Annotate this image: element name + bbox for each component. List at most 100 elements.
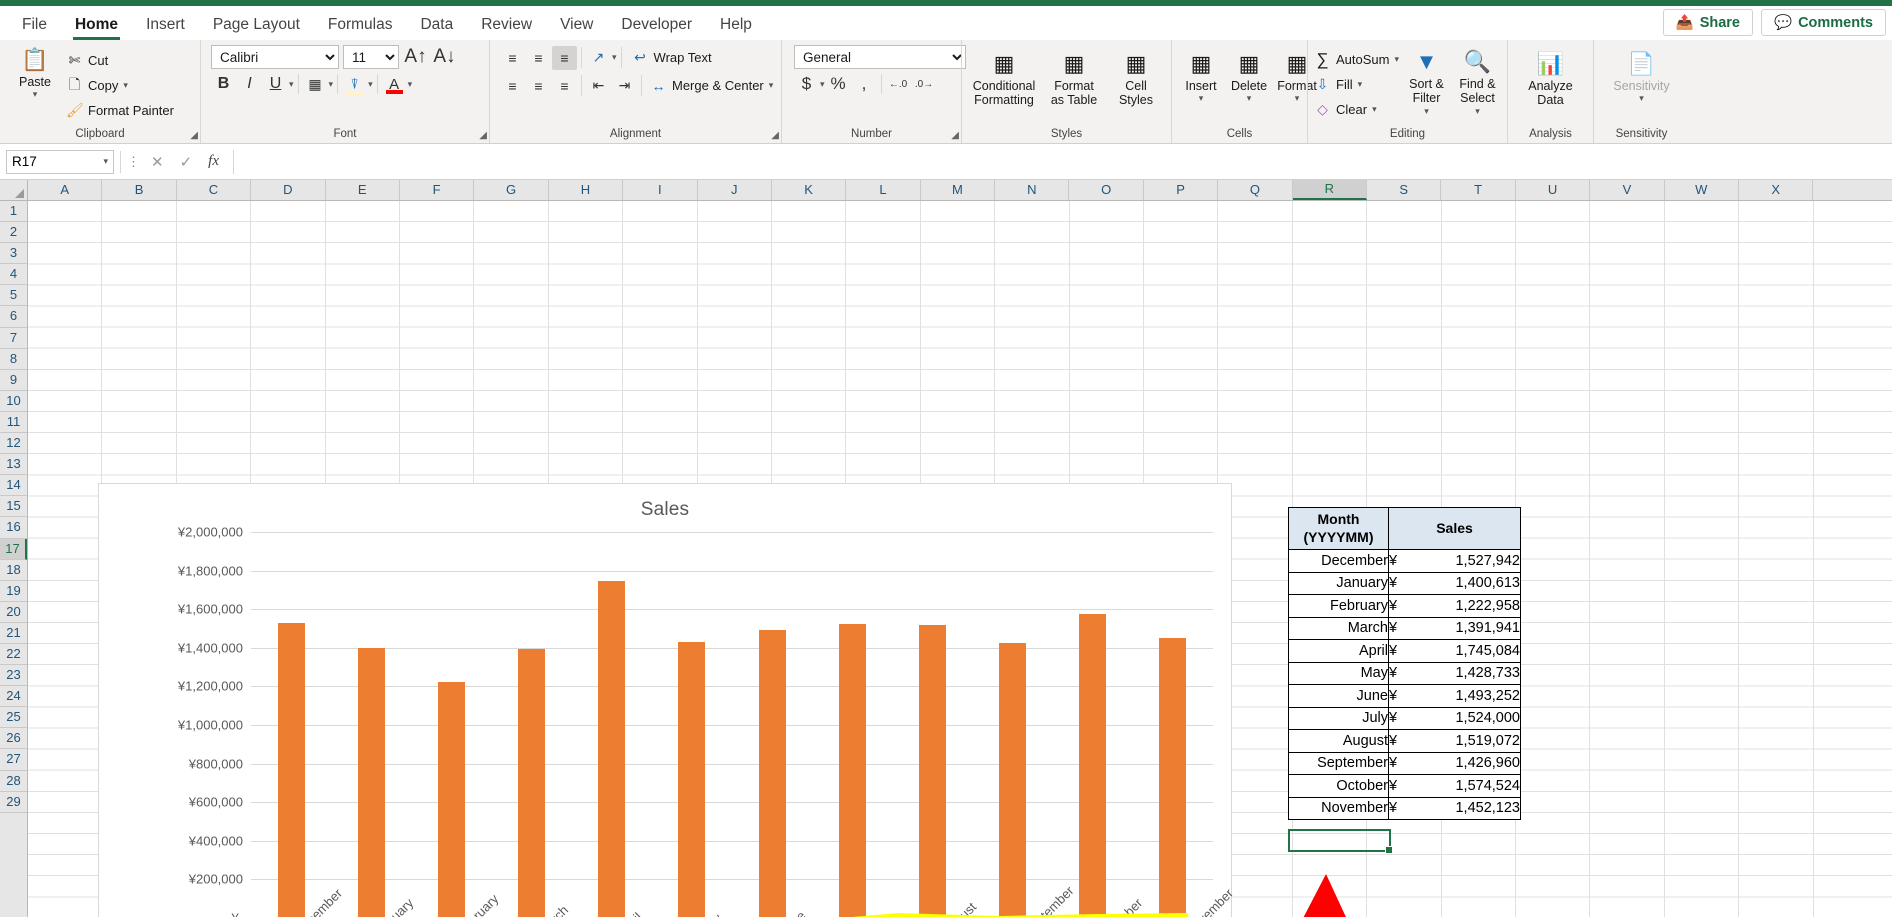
cell-sales-october[interactable]: ¥1,574,524 <box>1389 775 1521 798</box>
comma-format-icon[interactable]: , <box>852 72 877 96</box>
share-button[interactable]: 📤 Share <box>1663 9 1753 36</box>
row-header-11[interactable]: 11 <box>0 412 27 433</box>
tab-data[interactable]: Data <box>406 12 467 40</box>
column-header-d[interactable]: D <box>251 180 325 200</box>
row-header-10[interactable]: 10 <box>0 391 27 412</box>
row-header-3[interactable]: 3 <box>0 243 27 264</box>
column-header-u[interactable]: U <box>1516 180 1590 200</box>
header-sales[interactable]: Sales <box>1389 508 1521 550</box>
number-format-select[interactable]: General <box>794 45 966 69</box>
name-box[interactable]: R17 ▾ <box>6 150 114 174</box>
cell-sales-may[interactable]: ¥1,428,733 <box>1389 662 1521 685</box>
increase-indent-icon[interactable]: ⇥ <box>612 74 637 98</box>
formula-input[interactable] <box>233 150 1892 174</box>
cell-month-november[interactable]: November <box>1289 797 1389 820</box>
column-header-s[interactable]: S <box>1367 180 1441 200</box>
column-header-e[interactable]: E <box>326 180 400 200</box>
table-row[interactable]: July¥1,524,000 <box>1289 707 1521 730</box>
percent-format-icon[interactable]: % <box>826 72 851 96</box>
tab-home[interactable]: Home <box>61 12 132 40</box>
cell-sales-september[interactable]: ¥1,426,960 <box>1389 752 1521 775</box>
comments-button[interactable]: 💬 Comments <box>1761 9 1886 36</box>
table-row[interactable]: September¥1,426,960 <box>1289 752 1521 775</box>
row-header-19[interactable]: 19 <box>0 581 27 602</box>
row-header-29[interactable]: 29 <box>0 792 27 813</box>
column-header-a[interactable]: A <box>28 180 102 200</box>
clear-caret[interactable]: ▾ <box>1372 104 1377 115</box>
italic-button[interactable]: I <box>237 72 262 96</box>
sort-filter-caret[interactable]: ▾ <box>1424 106 1429 116</box>
row-header-21[interactable]: 21 <box>0 623 27 644</box>
row-header-22[interactable]: 22 <box>0 644 27 665</box>
row-header-6[interactable]: 6 <box>0 306 27 327</box>
borders-dropdown-caret[interactable]: ▾ <box>329 79 334 90</box>
alignment-dialog-launcher[interactable]: ◢ <box>771 130 779 141</box>
cell-month-april[interactable]: April <box>1289 640 1389 663</box>
table-row[interactable]: June¥1,493,252 <box>1289 685 1521 708</box>
format-as-table-button[interactable]: ▦ Format as Table <box>1042 49 1106 110</box>
cell-month-may[interactable]: May <box>1289 662 1389 685</box>
align-top-icon[interactable]: ≡ <box>500 46 525 70</box>
table-row[interactable]: August¥1,519,072 <box>1289 730 1521 753</box>
delete-cells-caret[interactable]: ▾ <box>1247 93 1252 103</box>
table-row[interactable]: January¥1,400,613 <box>1289 572 1521 595</box>
merge-center-button[interactable]: ↔ Merge & Center ▾ <box>646 73 773 98</box>
cell-month-july[interactable]: July <box>1289 707 1389 730</box>
tab-view[interactable]: View <box>546 12 607 40</box>
tab-file[interactable]: File <box>8 12 61 40</box>
font-name-select[interactable]: Calibri <box>211 45 339 69</box>
column-header-i[interactable]: I <box>623 180 697 200</box>
table-row[interactable]: May¥1,428,733 <box>1289 662 1521 685</box>
column-header-b[interactable]: B <box>102 180 176 200</box>
column-header-o[interactable]: O <box>1069 180 1143 200</box>
cell-sales-february[interactable]: ¥1,222,958 <box>1389 595 1521 618</box>
find-select-caret[interactable]: ▾ <box>1475 106 1480 116</box>
borders-icon[interactable]: ▦ <box>303 72 328 96</box>
table-row[interactable]: October¥1,574,524 <box>1289 775 1521 798</box>
row-header-9[interactable]: 9 <box>0 370 27 391</box>
cell-month-september[interactable]: September <box>1289 752 1389 775</box>
accounting-dropdown-caret[interactable]: ▾ <box>820 79 825 90</box>
table-row[interactable]: November¥1,452,123 <box>1289 797 1521 820</box>
cell-month-october[interactable]: October <box>1289 775 1389 798</box>
align-bottom-icon[interactable]: ≡ <box>552 46 577 70</box>
decrease-decimal-icon[interactable]: ←.0 <box>886 72 911 96</box>
bar-july[interactable] <box>839 624 866 917</box>
column-header-x[interactable]: X <box>1739 180 1813 200</box>
font-dialog-launcher[interactable]: ◢ <box>479 130 487 141</box>
table-row[interactable]: March¥1,391,941 <box>1289 617 1521 640</box>
analyze-data-button[interactable]: 📊 Analyze Data <box>1519 49 1583 110</box>
sensitivity-button[interactable]: 📄 Sensitivity ▾ <box>1605 49 1679 106</box>
column-header-p[interactable]: P <box>1144 180 1218 200</box>
column-header-n[interactable]: N <box>995 180 1069 200</box>
tab-page-layout[interactable]: Page Layout <box>199 12 314 40</box>
column-header-w[interactable]: W <box>1665 180 1739 200</box>
cell-month-february[interactable]: February <box>1289 595 1389 618</box>
month-sales-table[interactable]: Month (YYYYMM) Sales December¥1,527,942J… <box>1288 507 1521 820</box>
cell-styles-button[interactable]: ▦ Cell Styles <box>1108 49 1164 110</box>
row-header-5[interactable]: 5 <box>0 285 27 306</box>
cell-sales-april[interactable]: ¥1,745,084 <box>1389 640 1521 663</box>
underline-dropdown-caret[interactable]: ▾ <box>289 79 294 90</box>
enter-icon[interactable]: ✓ <box>180 153 193 171</box>
cell-sales-november[interactable]: ¥1,452,123 <box>1389 797 1521 820</box>
bar-january[interactable] <box>358 648 385 917</box>
tab-developer[interactable]: Developer <box>607 12 706 40</box>
sort-filter-button[interactable]: ▼ Sort & Filter ▾ <box>1403 47 1450 118</box>
fill-color-icon[interactable]: ⍒ <box>342 72 367 96</box>
font-color-dropdown-caret[interactable]: ▾ <box>408 79 413 90</box>
autosum-button[interactable]: ∑ AutoSum ▾ <box>1314 47 1399 72</box>
font-size-select[interactable]: 11 <box>343 45 399 69</box>
row-header-1[interactable]: 1 <box>0 201 27 222</box>
find-select-button[interactable]: 🔍 Find & Select ▾ <box>1454 47 1501 118</box>
cell-month-june[interactable]: June <box>1289 685 1389 708</box>
column-header-m[interactable]: M <box>921 180 995 200</box>
sensitivity-caret[interactable]: ▾ <box>1639 93 1644 103</box>
table-row[interactable]: December¥1,527,942 <box>1289 550 1521 573</box>
column-header-q[interactable]: Q <box>1218 180 1292 200</box>
cell-month-march[interactable]: March <box>1289 617 1389 640</box>
clipboard-dialog-launcher[interactable]: ◢ <box>190 130 198 141</box>
cell-sales-august[interactable]: ¥1,519,072 <box>1389 730 1521 753</box>
cut-button[interactable]: ✄ Cut <box>66 48 174 73</box>
clear-button[interactable]: ◇ Clear ▾ <box>1314 97 1399 122</box>
